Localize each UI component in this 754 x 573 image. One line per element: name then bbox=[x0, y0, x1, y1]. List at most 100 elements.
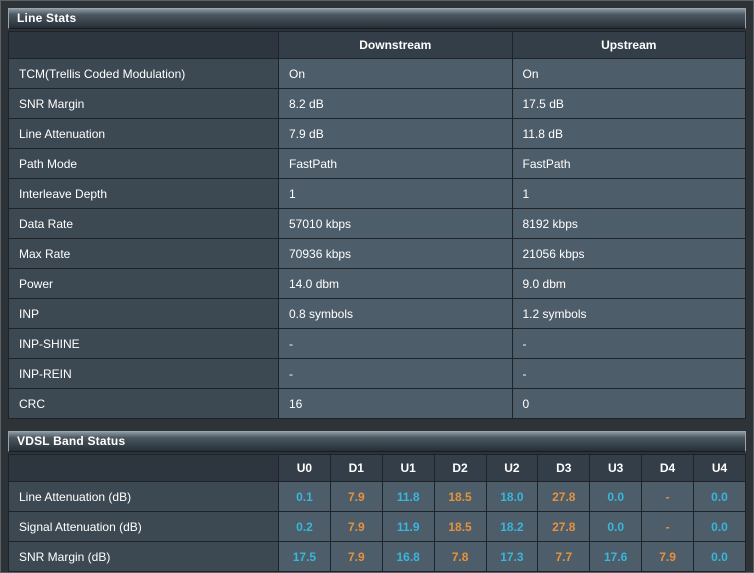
band-col-header-u1: U1 bbox=[381, 454, 435, 482]
band-row: SNR Margin (dB) 17.5 7.9 16.8 7.8 17.3 7.7 17.6… bbox=[8, 541, 746, 572]
stat-value-upstream: 1.2 symbols bbox=[511, 298, 746, 329]
band-corner-cell bbox=[8, 454, 279, 482]
band-value-u3: 17.6 bbox=[589, 541, 643, 572]
line-stats-row: Max Rate 70936 kbps 21056 kbps bbox=[8, 238, 746, 269]
vdsl-band-status-panel: VDSL Band Status U0 D1 U1 D2 U2 D3 U3 D4 U4 Line… bbox=[8, 431, 746, 572]
band-value-d2: 18.5 bbox=[433, 481, 487, 512]
band-value-d2: 18.5 bbox=[433, 511, 487, 542]
band-value-u1: 11.9 bbox=[381, 511, 435, 542]
line-stats-table-header: Downstream Upstream bbox=[8, 31, 746, 59]
band-col-header-u0: U0 bbox=[278, 454, 331, 482]
band-col-header-u4: U4 bbox=[693, 454, 746, 482]
stat-label: Line Attenuation bbox=[8, 118, 279, 149]
line-stats-row: INP-REIN - - bbox=[8, 358, 746, 389]
band-col-header-d1: D1 bbox=[329, 454, 383, 482]
band-value-d4: - bbox=[641, 511, 694, 542]
band-value-d2: 7.8 bbox=[433, 541, 487, 572]
stat-value-upstream: 0 bbox=[511, 388, 746, 419]
stat-value-upstream: 17.5 dB bbox=[511, 88, 746, 119]
band-value-u0: 0.2 bbox=[278, 511, 331, 542]
stat-label: TCM(Trellis Coded Modulation) bbox=[8, 58, 279, 89]
band-col-header-d4: D4 bbox=[641, 454, 694, 482]
band-value-u3: 0.0 bbox=[589, 481, 643, 512]
stat-value-upstream: 9.0 dbm bbox=[511, 268, 746, 299]
band-value-u2: 18.0 bbox=[485, 481, 539, 512]
band-col-header-u3: U3 bbox=[589, 454, 643, 482]
band-value-d4: - bbox=[641, 481, 694, 512]
stat-value-downstream: 14.0 dbm bbox=[278, 268, 513, 299]
stat-value-downstream: On bbox=[278, 58, 513, 89]
stat-label: Path Mode bbox=[8, 148, 279, 179]
stat-value-downstream: - bbox=[278, 358, 513, 389]
vdsl-band-status-panel-title: VDSL Band Status bbox=[8, 431, 746, 452]
band-value-u2: 18.2 bbox=[485, 511, 539, 542]
line-stats-table-body: TCM(Trellis Coded Modulation) On On SNR Mar… bbox=[8, 58, 746, 419]
line-stats-col-header-downstream: Downstream bbox=[278, 31, 513, 59]
stat-label: Data Rate bbox=[8, 208, 279, 239]
stat-value-upstream: - bbox=[511, 328, 746, 359]
band-value-u4: 0.0 bbox=[693, 511, 746, 542]
vdsl-band-status-header-row: U0 D1 U1 D2 U2 D3 U3 D4 U4 bbox=[8, 454, 746, 482]
router-stats-page: Line Stats Downstream Upstream TCM(Trelli… bbox=[0, 0, 754, 573]
band-label: Signal Attenuation (dB) bbox=[8, 511, 279, 542]
stat-value-downstream: 0.8 symbols bbox=[278, 298, 513, 329]
stat-value-upstream: 11.8 dB bbox=[511, 118, 746, 149]
line-stats-row: TCM(Trellis Coded Modulation) On On bbox=[8, 58, 746, 89]
band-col-header-u2: U2 bbox=[485, 454, 539, 482]
band-label: Line Attenuation (dB) bbox=[8, 481, 279, 512]
band-value-u2: 17.3 bbox=[485, 541, 539, 572]
band-value-d1: 7.9 bbox=[329, 481, 383, 512]
stat-label: INP-SHINE bbox=[8, 328, 279, 359]
line-stats-row: INP 0.8 symbols 1.2 symbols bbox=[8, 298, 746, 329]
stat-value-upstream: 1 bbox=[511, 178, 746, 209]
stat-value-downstream: FastPath bbox=[278, 148, 513, 179]
band-label: SNR Margin (dB) bbox=[8, 541, 279, 572]
line-stats-panel: Line Stats Downstream Upstream TCM(Trelli… bbox=[8, 8, 746, 419]
vdsl-band-status-table: U0 D1 U1 D2 U2 D3 U3 D4 U4 Line Attenuation (dB)… bbox=[8, 454, 746, 572]
stat-value-downstream: - bbox=[278, 328, 513, 359]
line-stats-corner-cell bbox=[8, 31, 279, 59]
band-value-d3: 27.8 bbox=[537, 511, 591, 542]
line-stats-table: Downstream Upstream TCM(Trellis Coded Mod… bbox=[8, 31, 746, 419]
stat-label: CRC bbox=[8, 388, 279, 419]
band-value-u1: 16.8 bbox=[381, 541, 435, 572]
band-value-d3: 7.7 bbox=[537, 541, 591, 572]
stat-label: INP-REIN bbox=[8, 358, 279, 389]
stat-value-downstream: 7.9 dB bbox=[278, 118, 513, 149]
stat-value-downstream: 8.2 dB bbox=[278, 88, 513, 119]
band-value-d3: 27.8 bbox=[537, 481, 591, 512]
stat-label: Max Rate bbox=[8, 238, 279, 269]
line-stats-col-header-upstream: Upstream bbox=[511, 31, 746, 59]
band-row: Line Attenuation (dB) 0.1 7.9 11.8 18.5 18.0 2… bbox=[8, 481, 746, 512]
band-value-u4: 0.0 bbox=[693, 541, 746, 572]
line-stats-row: INP-SHINE - - bbox=[8, 328, 746, 359]
line-stats-panel-title: Line Stats bbox=[8, 8, 746, 29]
stat-value-upstream: FastPath bbox=[511, 148, 746, 179]
band-value-u0: 0.1 bbox=[278, 481, 331, 512]
line-stats-row: Interleave Depth 1 1 bbox=[8, 178, 746, 209]
stat-value-downstream: 16 bbox=[278, 388, 513, 419]
stat-value-downstream: 70936 kbps bbox=[278, 238, 513, 269]
line-stats-row: Path Mode FastPath FastPath bbox=[8, 148, 746, 179]
vdsl-band-status-table-body: Line Attenuation (dB) 0.1 7.9 11.8 18.5 18.0 2… bbox=[8, 481, 746, 572]
band-value-d4: 7.9 bbox=[641, 541, 694, 572]
band-col-header-d3: D3 bbox=[537, 454, 591, 482]
stat-label: INP bbox=[8, 298, 279, 329]
line-stats-row: Data Rate 57010 kbps 8192 kbps bbox=[8, 208, 746, 239]
stat-label: Power bbox=[8, 268, 279, 299]
line-stats-row: Power 14.0 dbm 9.0 dbm bbox=[8, 268, 746, 299]
band-value-d1: 7.9 bbox=[329, 541, 383, 572]
stat-value-downstream: 1 bbox=[278, 178, 513, 209]
stat-value-upstream: - bbox=[511, 358, 746, 389]
band-value-u1: 11.8 bbox=[381, 481, 435, 512]
vdsl-band-status-table-header: U0 D1 U1 D2 U2 D3 U3 D4 U4 bbox=[8, 454, 746, 482]
band-value-u4: 0.0 bbox=[693, 481, 746, 512]
band-col-header-d2: D2 bbox=[433, 454, 487, 482]
line-stats-row: CRC 16 0 bbox=[8, 388, 746, 419]
stat-value-upstream: On bbox=[511, 58, 746, 89]
stat-value-upstream: 21056 kbps bbox=[511, 238, 746, 269]
band-value-d1: 7.9 bbox=[329, 511, 383, 542]
band-value-u0: 17.5 bbox=[278, 541, 331, 572]
band-row: Signal Attenuation (dB) 0.2 7.9 11.9 18.5 18.… bbox=[8, 511, 746, 542]
stat-label: SNR Margin bbox=[8, 88, 279, 119]
